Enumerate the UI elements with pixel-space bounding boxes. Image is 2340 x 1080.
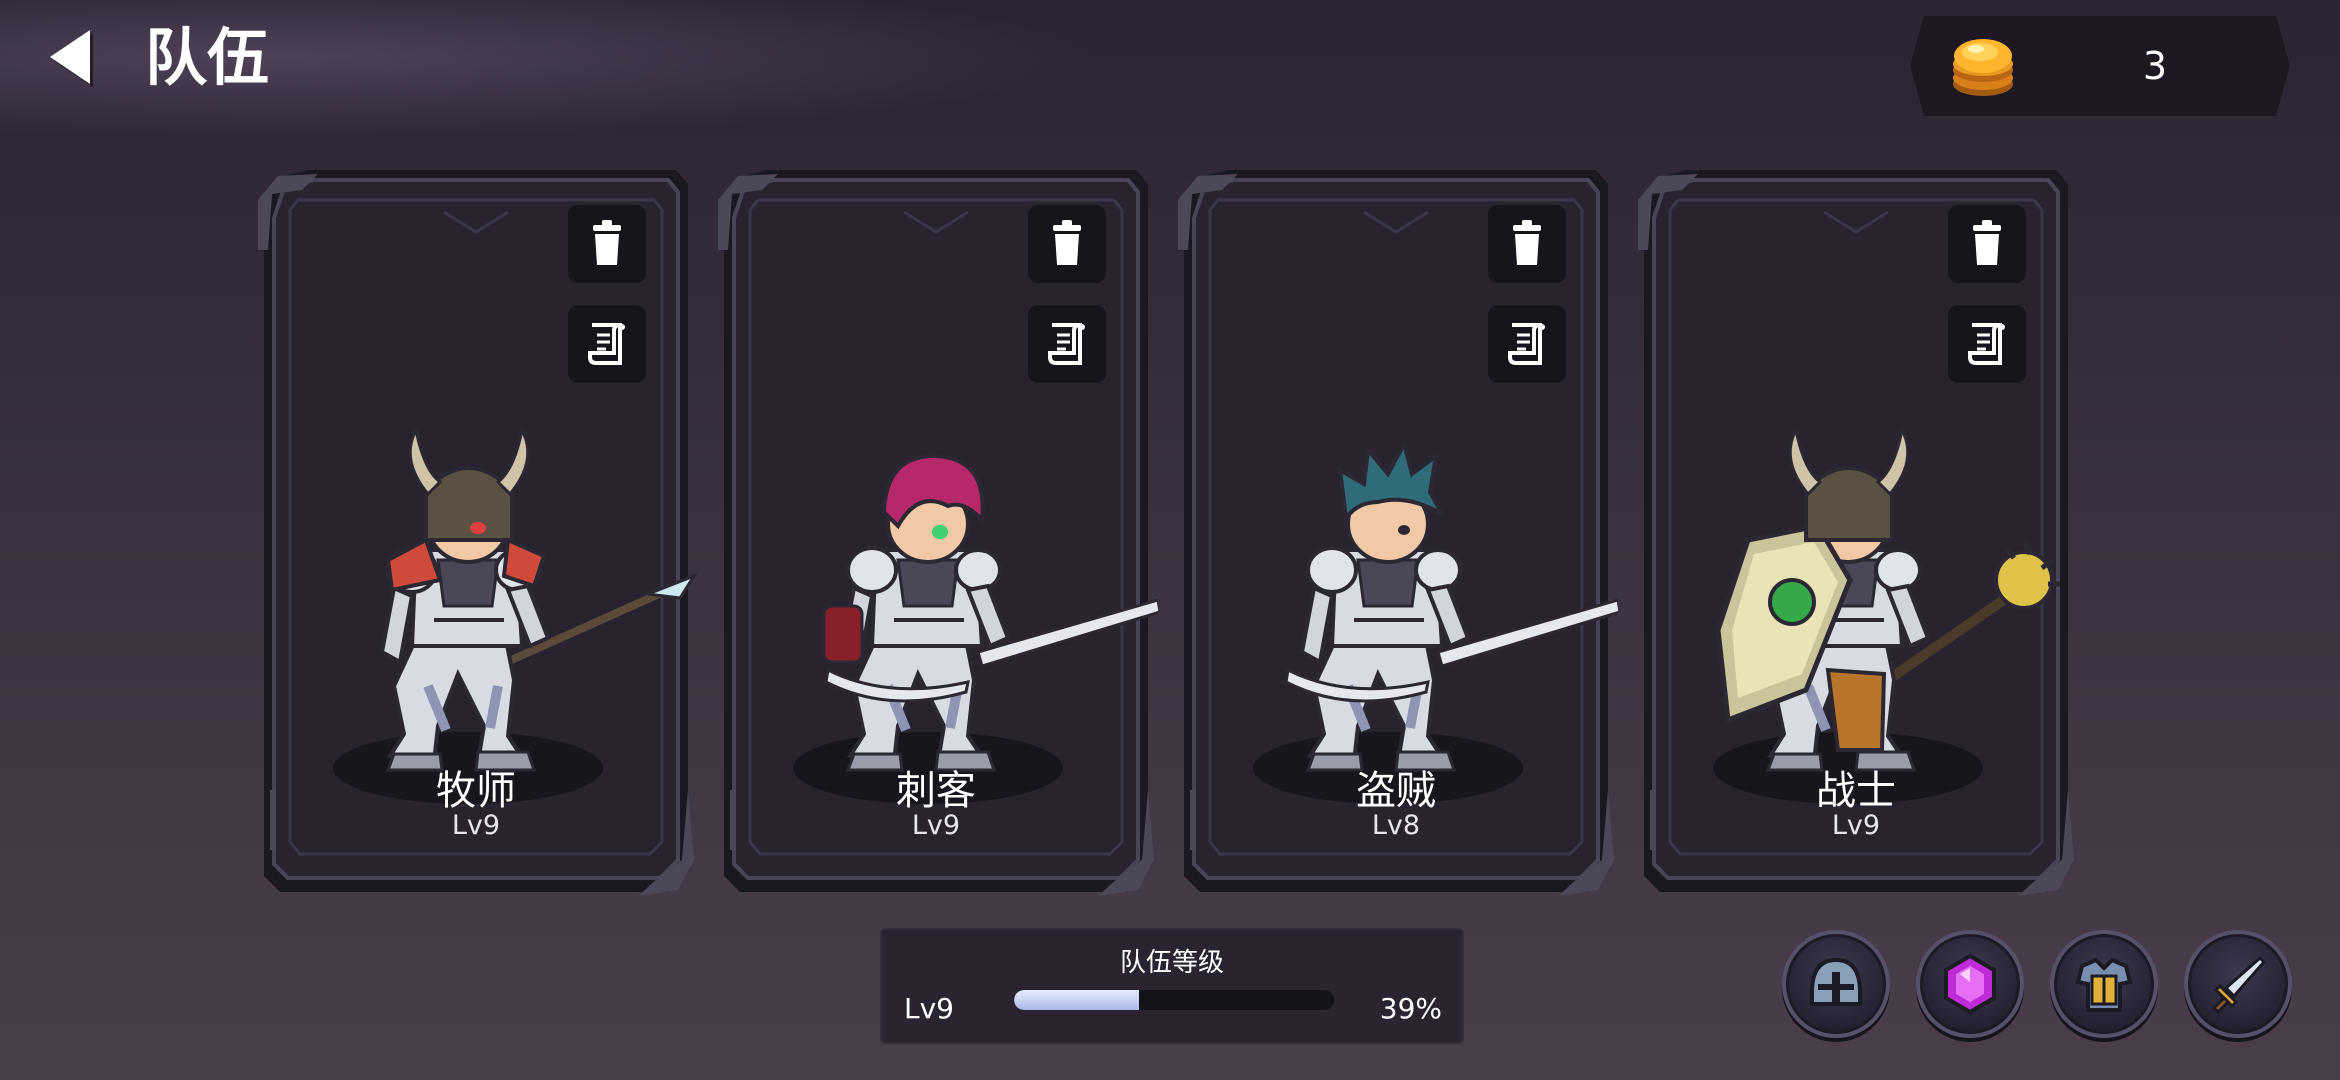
back-button[interactable] bbox=[38, 22, 108, 92]
delete-button[interactable] bbox=[1948, 205, 2026, 283]
page-title: 队伍 bbox=[145, 21, 270, 94]
trash-icon bbox=[1053, 220, 1081, 265]
delete-button[interactable] bbox=[568, 205, 646, 283]
team-level-value: Lv9 bbox=[904, 992, 954, 1025]
team-level-title: 队伍等级 bbox=[1119, 948, 1224, 978]
purple-gem-icon bbox=[1944, 953, 1996, 1015]
helmet-icon bbox=[1810, 957, 1862, 1006]
character-name: 战士 bbox=[1816, 768, 1896, 814]
armor-button[interactable] bbox=[2050, 930, 2158, 1038]
back-arrow-icon bbox=[50, 30, 93, 87]
helmet-button[interactable] bbox=[1782, 930, 1890, 1038]
character-card-warrior[interactable]: 战士 Lv9 bbox=[1638, 170, 2074, 900]
sword-icon bbox=[2211, 955, 2267, 1015]
character-name: 刺客 bbox=[896, 768, 976, 814]
character-card-rogue[interactable]: 盗贼 Lv8 bbox=[1178, 170, 1618, 900]
trash-icon bbox=[1513, 220, 1541, 265]
delete-button[interactable] bbox=[1488, 205, 1566, 283]
sword-button[interactable] bbox=[2184, 930, 2292, 1038]
team-level-panel: 队伍等级 Lv9 39% bbox=[880, 928, 1464, 1044]
character-level: Lv9 bbox=[1831, 810, 1881, 841]
character-card-priest[interactable]: 牧师 Lv9 bbox=[258, 170, 698, 900]
team-xp-percent: 39% bbox=[1379, 992, 1442, 1025]
trash-icon bbox=[1973, 220, 2001, 265]
character-card-assassin[interactable]: 刺客 Lv9 bbox=[718, 170, 1158, 900]
gem-button[interactable] bbox=[1916, 930, 2024, 1038]
delete-button[interactable] bbox=[1028, 205, 1106, 283]
trash-icon bbox=[593, 220, 621, 265]
character-level: Lv8 bbox=[1371, 810, 1421, 841]
character-level: Lv9 bbox=[911, 810, 961, 841]
gold-coin-icon bbox=[1950, 32, 2016, 100]
character-name: 牧师 bbox=[436, 768, 516, 814]
currency-display: 3 bbox=[1910, 16, 2290, 116]
character-level: Lv9 bbox=[451, 810, 501, 841]
armor-icon bbox=[2075, 957, 2133, 1012]
character-name: 盗贼 bbox=[1356, 768, 1436, 814]
team-xp-fill bbox=[1014, 990, 1139, 1010]
team-xp-bar bbox=[1014, 990, 1334, 1010]
coin-count: 3 bbox=[2142, 44, 2168, 88]
